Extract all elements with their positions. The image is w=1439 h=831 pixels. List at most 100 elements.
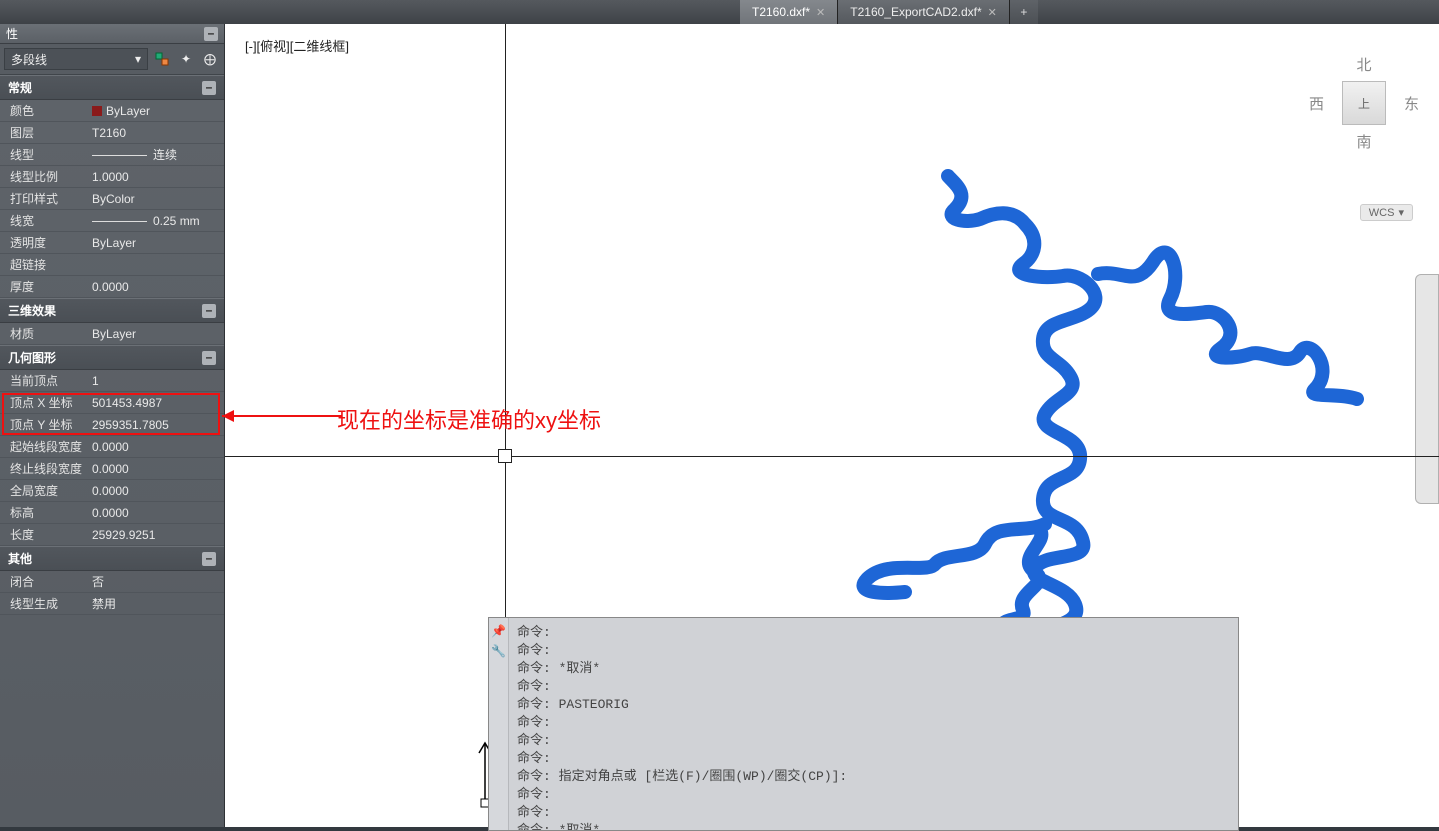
property-value[interactable]: ByLayer bbox=[88, 325, 224, 343]
property-value[interactable]: ByLayer bbox=[88, 102, 224, 120]
wrench-icon[interactable]: 🔧 bbox=[492, 644, 506, 658]
tab-document-0[interactable]: T2160.dxf* ✕ bbox=[740, 0, 838, 24]
crosshair-horizontal bbox=[225, 456, 1439, 457]
property-value-text: 25929.9251 bbox=[92, 528, 155, 542]
property-label: 起始线段宽度 bbox=[0, 436, 88, 457]
document-tabs: T2160.dxf* ✕ T2160_ExportCAD2.dxf* ✕ + bbox=[0, 0, 1439, 24]
property-row[interactable]: 透明度ByLayer bbox=[0, 232, 224, 254]
command-line: 命令: bbox=[517, 786, 1230, 804]
property-value[interactable]: ByColor bbox=[88, 190, 224, 208]
property-row[interactable]: 当前顶点 1 bbox=[0, 370, 224, 392]
property-value[interactable]: T2160 bbox=[88, 124, 224, 142]
section-header[interactable]: 几何图形– bbox=[0, 345, 224, 370]
property-value[interactable]: 0.0000 bbox=[88, 504, 224, 522]
property-value[interactable]: 0.25 mm bbox=[88, 212, 224, 230]
viewport-label[interactable]: [-][俯视][二维线框] bbox=[245, 36, 349, 55]
property-value[interactable]: 0.0000 bbox=[88, 278, 224, 296]
section-header[interactable]: 三维效果– bbox=[0, 298, 224, 323]
property-value[interactable]: 1 bbox=[88, 372, 224, 390]
property-row[interactable]: 长度25929.9251 bbox=[0, 524, 224, 546]
property-value-text: 否 bbox=[92, 575, 104, 589]
section-header[interactable]: 其他 – bbox=[0, 546, 224, 571]
property-value[interactable]: 连续 bbox=[88, 144, 224, 165]
property-value-text: ByLayer bbox=[92, 236, 136, 250]
viewcube[interactable]: 北 西 上 东 南 bbox=[1309, 54, 1419, 194]
viewcube-west[interactable]: 西 bbox=[1309, 93, 1324, 114]
viewcube-face[interactable]: 上 bbox=[1342, 81, 1386, 125]
property-value[interactable]: 2959351.7805 bbox=[88, 416, 224, 434]
collapse-icon[interactable]: – bbox=[202, 351, 216, 365]
property-row[interactable]: 标高 0.0000 bbox=[0, 502, 224, 524]
quick-select-icon[interactable] bbox=[152, 49, 172, 69]
property-value-text: 0.0000 bbox=[92, 440, 129, 454]
color-swatch-icon bbox=[92, 106, 102, 116]
property-row[interactable]: 超链接 bbox=[0, 254, 224, 276]
property-value-text: T2160 bbox=[92, 126, 126, 140]
property-row[interactable]: 厚度0.0000 bbox=[0, 276, 224, 298]
add-tab-button[interactable]: + bbox=[1010, 0, 1038, 24]
linetype-preview bbox=[92, 221, 147, 222]
section-header[interactable]: 常规– bbox=[0, 75, 224, 100]
property-value-text: 1 bbox=[92, 374, 99, 388]
property-row[interactable]: 线型连续 bbox=[0, 144, 224, 166]
property-value[interactable]: ByLayer bbox=[88, 234, 224, 252]
viewcube-south[interactable]: 南 bbox=[1309, 131, 1419, 152]
property-row[interactable]: 线型比例1.0000 bbox=[0, 166, 224, 188]
property-value-text: ByColor bbox=[92, 192, 135, 206]
property-row[interactable]: 全局宽度0.0000 bbox=[0, 480, 224, 502]
selection-selector-row: 多段线 ▾ ✦ ⨁ bbox=[0, 44, 224, 75]
property-value[interactable] bbox=[88, 263, 224, 267]
property-label: 线宽 bbox=[0, 210, 88, 231]
property-row[interactable]: 打印样式ByColor bbox=[0, 188, 224, 210]
property-value-text: 连续 bbox=[153, 148, 177, 162]
property-label: 材质 bbox=[0, 323, 88, 344]
pin-icon[interactable]: 📌 bbox=[492, 624, 506, 638]
tab-document-1[interactable]: T2160_ExportCAD2.dxf* ✕ bbox=[838, 0, 1010, 24]
viewcube-east[interactable]: 东 bbox=[1404, 93, 1419, 114]
property-label: 标高 bbox=[0, 502, 88, 523]
object-type-selector[interactable]: 多段线 ▾ bbox=[4, 48, 148, 70]
property-row[interactable]: 颜色ByLayer bbox=[0, 100, 224, 122]
property-value-text: 0.0000 bbox=[92, 506, 129, 520]
property-row[interactable]: 线型生成禁用 bbox=[0, 593, 224, 615]
command-line: 命令: *取消* bbox=[517, 822, 1230, 830]
viewcube-north[interactable]: 北 bbox=[1309, 54, 1419, 75]
select-objects-icon[interactable]: ⨁ bbox=[200, 49, 220, 69]
close-icon[interactable]: ✕ bbox=[816, 6, 825, 19]
property-value[interactable]: 0.0000 bbox=[88, 482, 224, 500]
property-row[interactable]: 起始线段宽度 0.0000 bbox=[0, 436, 224, 458]
property-row[interactable]: 闭合否 bbox=[0, 571, 224, 593]
property-label: 当前顶点 bbox=[0, 370, 88, 391]
property-value[interactable]: 501453.4987 bbox=[88, 394, 224, 412]
property-value[interactable]: 25929.9251 bbox=[88, 526, 224, 544]
pickadd-icon[interactable]: ✦ bbox=[176, 49, 196, 69]
navigation-bar[interactable] bbox=[1415, 274, 1439, 504]
property-value[interactable]: 0.0000 bbox=[88, 438, 224, 456]
property-value[interactable]: 否 bbox=[88, 571, 224, 592]
property-label: 线型比例 bbox=[0, 166, 88, 187]
property-row[interactable]: 图层T2160 bbox=[0, 122, 224, 144]
collapse-icon[interactable]: – bbox=[202, 81, 216, 95]
property-label: 线型生成 bbox=[0, 593, 88, 614]
section-title: 其他 bbox=[8, 550, 32, 567]
property-value[interactable]: 0.0000 bbox=[88, 460, 224, 478]
crosshair-pickbox bbox=[498, 449, 512, 463]
command-line: 命令: bbox=[517, 624, 1230, 642]
property-value-text: 2959351.7805 bbox=[92, 418, 169, 432]
property-label: 闭合 bbox=[0, 571, 88, 592]
minimize-icon[interactable]: – bbox=[204, 27, 218, 41]
command-window[interactable]: 📌 🔧 命令:命令:命令: *取消*命令:命令: PASTEORIG命令:命令:… bbox=[488, 617, 1239, 831]
property-value[interactable]: 1.0000 bbox=[88, 168, 224, 186]
property-value[interactable]: 禁用 bbox=[88, 593, 224, 614]
collapse-icon[interactable]: – bbox=[202, 552, 216, 566]
property-row[interactable]: 线宽0.25 mm bbox=[0, 210, 224, 232]
close-icon[interactable]: ✕ bbox=[988, 6, 997, 19]
wcs-dropdown[interactable]: WCS ▾ bbox=[1360, 204, 1413, 221]
property-value-text: 0.0000 bbox=[92, 280, 129, 294]
properties-title: 性 bbox=[6, 25, 18, 42]
property-row[interactable]: 终止线段宽度0.0000 bbox=[0, 458, 224, 480]
property-row[interactable]: 顶点 X 坐标501453.4987 bbox=[0, 392, 224, 414]
property-row[interactable]: 顶点 Y 坐标2959351.7805 bbox=[0, 414, 224, 436]
collapse-icon[interactable]: – bbox=[202, 304, 216, 318]
property-row[interactable]: 材质ByLayer bbox=[0, 323, 224, 345]
